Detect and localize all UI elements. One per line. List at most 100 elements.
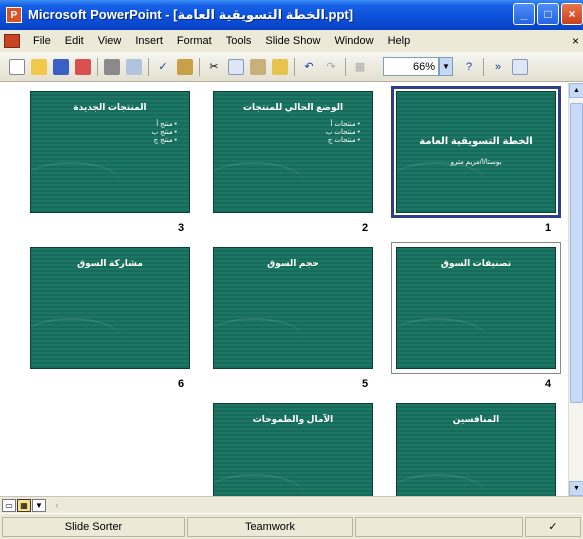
menu-help[interactable]: Help <box>381 35 418 47</box>
slide-thumbnail-2[interactable]: الوضع الحالي للمنتجات منتجات أ منتجات ب … <box>213 91 373 213</box>
document-icon[interactable] <box>4 34 20 48</box>
bullet-item: منتجات ج <box>326 136 360 144</box>
toolbar-separator <box>199 57 200 76</box>
slide-title: تصنيفات السوق <box>440 258 512 268</box>
slide-title: حجم السوق <box>267 258 319 268</box>
slide-thumbnail-6[interactable]: مشاركة السوق <box>30 247 190 369</box>
slide-number: 4 <box>545 378 552 390</box>
slide-title: مشاركة السوق <box>77 258 143 268</box>
menu-file[interactable]: File <box>26 35 58 47</box>
slide-swoosh <box>31 318 121 358</box>
slide-number: 2 <box>362 222 369 234</box>
slide-thumbnail-1[interactable]: الخطة التسويقية العامة بوستا/ا/مريم مترو <box>396 91 556 213</box>
slide-number: 3 <box>178 222 185 234</box>
standard-toolbar: ✓ ✂ ↶ ↷ ▦ 66% ▼ ? » <box>0 52 583 82</box>
format-painter-icon[interactable] <box>272 58 288 75</box>
vertical-scrollbar[interactable]: ▲ ▼ <box>568 83 583 496</box>
toolbar-separator <box>345 57 346 76</box>
powerpoint-icon[interactable]: P <box>6 7 22 23</box>
zoom-dropdown-icon[interactable]: ▼ <box>439 57 453 76</box>
slide-show-view-icon[interactable]: ▼ <box>32 498 46 512</box>
slide-title: الخطة التسويقية العامة <box>419 136 533 147</box>
slide-swoosh <box>397 474 487 496</box>
paste-icon[interactable] <box>250 58 266 75</box>
cut-icon[interactable]: ✂ <box>206 59 222 75</box>
status-design-template: Teamwork <box>187 516 353 537</box>
toolbar-options-icon[interactable]: » <box>490 59 506 75</box>
status-bar: Slide Sorter Teamwork ✓ <box>0 513 583 539</box>
redo-icon[interactable]: ↷ <box>323 59 339 75</box>
slide-sorter-pane: الخطة التسويقية العامة بوستا/ا/مريم مترو… <box>0 83 568 496</box>
bullet-item: منتج أ <box>152 120 177 128</box>
bullet-item: منتجات أ <box>326 120 360 128</box>
spelling-icon[interactable]: ✓ <box>155 59 171 75</box>
bullet-item: منتج ج <box>152 136 177 144</box>
slide-thumbnail-3[interactable]: المنتجات الجديدة منتج أ منتج ب منتج ج <box>30 91 190 213</box>
scroll-left-icon[interactable]: ‹ <box>50 498 64 512</box>
scroll-down-icon[interactable]: ▼ <box>569 481 583 496</box>
new-icon[interactable] <box>9 58 25 75</box>
menu-slide-show[interactable]: Slide Show <box>258 35 327 47</box>
research-icon[interactable] <box>177 58 193 75</box>
menu-format[interactable]: Format <box>170 35 219 47</box>
slide-title: المنتجات الجديدة <box>73 102 147 112</box>
slide-number: 5 <box>362 378 369 390</box>
slide-swoosh <box>214 318 304 358</box>
help-icon[interactable]: ? <box>461 59 477 75</box>
toolbar-separator <box>294 57 295 76</box>
grid-icon[interactable]: ▦ <box>352 59 368 75</box>
scroll-up-icon[interactable]: ▲ <box>569 83 583 98</box>
copy-icon[interactable] <box>228 58 244 75</box>
slide-swoosh <box>397 318 487 358</box>
toolbar-separator <box>483 57 484 76</box>
slide-title: الوضع الحالي للمنتجات <box>242 102 344 112</box>
slide-number: 6 <box>178 378 185 390</box>
normal-view-icon[interactable]: ▭ <box>2 498 16 512</box>
zoom-value: 66% <box>412 60 435 73</box>
slide-number: 1 <box>545 222 552 234</box>
scroll-thumb[interactable] <box>570 103 583 403</box>
permission-icon[interactable] <box>75 58 91 75</box>
window-title: Microsoft PowerPoint - [الخطة التسويقية … <box>28 7 354 22</box>
minimize-button[interactable]: _ <box>513 3 535 25</box>
document-close-icon[interactable]: × <box>572 34 579 48</box>
menu-bar: File Edit View Insert Format Tools Slide… <box>0 30 583 52</box>
slide-swoosh <box>31 162 121 202</box>
toolbar-separator <box>148 57 149 76</box>
slide-bullets: منتجات أ منتجات ب منتجات ج <box>326 120 360 144</box>
slide-bullets: منتج أ منتج ب منتج ج <box>152 120 177 144</box>
slide-title: الآمال والطموحات <box>252 414 334 424</box>
slide-swoosh <box>214 474 304 496</box>
open-icon[interactable] <box>31 58 47 75</box>
menu-edit[interactable]: Edit <box>58 35 91 47</box>
slide-swoosh <box>214 162 304 202</box>
maximize-button[interactable]: □ <box>537 3 559 25</box>
title-bar: P Microsoft PowerPoint - [الخطة التسويقي… <box>0 0 583 30</box>
slide-sorter-view-icon[interactable]: ▦ <box>17 498 31 512</box>
print-icon[interactable] <box>104 58 120 75</box>
slide-title: المنافسين <box>452 414 500 424</box>
design-icon[interactable] <box>512 58 528 75</box>
slide-thumbnail-7[interactable]: المنافسين <box>396 403 556 496</box>
status-view: Slide Sorter <box>2 516 185 537</box>
undo-icon[interactable]: ↶ <box>301 59 317 75</box>
menu-tools[interactable]: Tools <box>219 35 259 47</box>
spelling-status-icon[interactable]: ✓ <box>525 516 581 537</box>
print-preview-icon[interactable] <box>126 58 142 75</box>
toolbar-separator <box>97 57 98 76</box>
status-empty-cell <box>355 516 523 537</box>
save-icon[interactable] <box>53 58 69 75</box>
slide-swoosh <box>397 162 487 202</box>
menu-view[interactable]: View <box>91 35 129 47</box>
slide-thumbnail-8[interactable]: الآمال والطموحات <box>213 403 373 496</box>
bullet-item: منتج ب <box>152 128 177 136</box>
bullet-item: منتجات ب <box>326 128 360 136</box>
slide-thumbnail-5[interactable]: حجم السوق <box>213 247 373 369</box>
slide-subtitle: بوستا/ا/مريم مترو <box>450 159 502 166</box>
view-buttons-bar: ▭ ▦ ▼ ‹ <box>0 496 583 513</box>
menu-window[interactable]: Window <box>327 35 380 47</box>
close-button[interactable]: × <box>561 3 583 25</box>
zoom-field[interactable]: 66% <box>383 57 439 76</box>
slide-thumbnail-4[interactable]: تصنيفات السوق <box>396 247 556 369</box>
menu-insert[interactable]: Insert <box>128 35 170 47</box>
